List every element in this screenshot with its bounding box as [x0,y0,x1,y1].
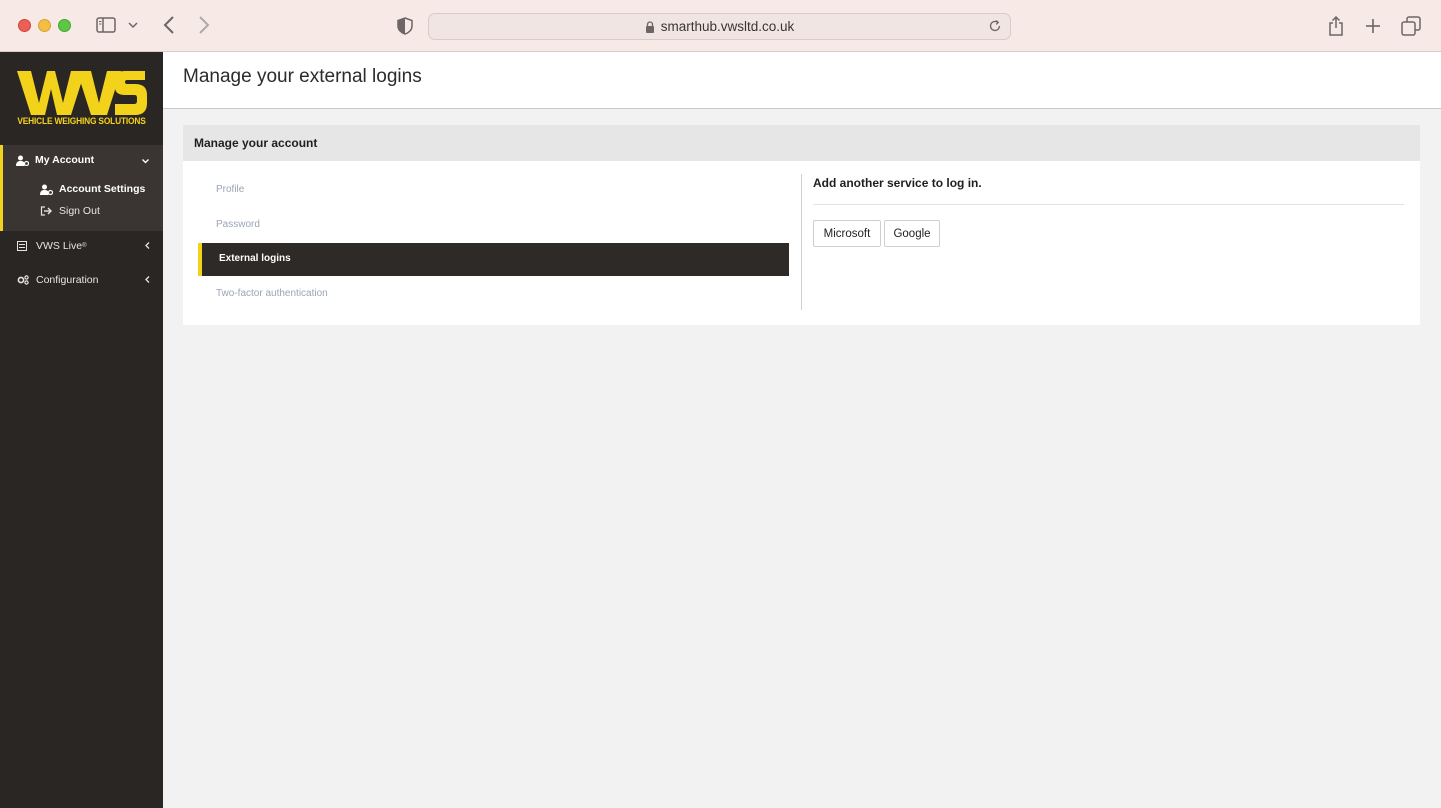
nav-link-password[interactable]: Password [216,219,260,230]
browser-titlebar: smarthub.vwsltd.co.uk [0,0,1441,52]
chevron-down-icon[interactable] [126,18,140,32]
sidebar-item-configuration[interactable]: Configuration [17,274,157,286]
nav-link-two-factor[interactable]: Two-factor authentication [216,288,328,299]
logo-subtitle: VEHICLE WEIGHING SOLUTIONS [17,116,146,127]
chevron-left-icon [145,275,150,285]
chevron-left-icon [145,241,150,251]
sidebar-item-my-account[interactable]: My Account [16,154,156,166]
url-text: smarthub.vwsltd.co.uk [660,19,795,34]
sign-out-icon [40,205,53,217]
sidebar-item-label: Configuration [36,274,99,286]
share-icon[interactable] [1325,14,1347,38]
panel-header: Manage your account [183,125,1420,161]
user-cog-icon [16,155,29,166]
list-icon [17,240,30,252]
nav-link-label: External logins [219,253,291,264]
sidebar-item-account-settings[interactable]: Account Settings [40,183,145,195]
chevron-down-icon [142,156,149,166]
tab-overview-icon[interactable] [1399,14,1423,38]
google-login-button[interactable]: Google [884,220,940,247]
external-logins-heading: Add another service to log in. [813,176,982,190]
privacy-shield-icon[interactable] [394,14,416,38]
page-header: Manage your external logins [163,52,1441,109]
close-window-button[interactable] [18,19,31,32]
sidebar-item-label: VWS Live [36,240,83,252]
address-bar[interactable]: smarthub.vwsltd.co.uk [428,13,1011,40]
panel-title: Manage your account [194,136,318,150]
manage-account-panel: Manage your account Profile Password Ext… [183,125,1420,325]
maximize-window-button[interactable] [58,19,71,32]
gears-icon [17,274,30,286]
microsoft-login-button[interactable]: Microsoft [813,220,881,247]
page-title: Manage your external logins [183,66,422,87]
back-arrow-icon[interactable] [158,14,180,36]
sidebar-item-label: My Account [35,154,95,166]
nav-link-profile[interactable]: Profile [216,184,244,195]
sidebar-toggle-icon[interactable] [95,15,117,35]
sidebar-item-label: Account Settings [59,183,146,195]
app-sidebar: VEHICLE WEIGHING SOLUTIONS My Account Ac… [0,52,163,808]
new-tab-icon[interactable] [1362,14,1384,38]
reload-icon[interactable] [988,19,1004,35]
sidebar-item-label: Sign Out [59,205,100,217]
sidebar-item-sign-out[interactable]: Sign Out [40,205,100,217]
registered-mark: ® [82,243,87,249]
forward-arrow-icon[interactable] [193,14,215,36]
minimize-window-button[interactable] [38,19,51,32]
user-cog-icon [40,184,53,195]
lock-icon [645,20,655,33]
main-content: Manage your external logins Manage your … [163,52,1441,808]
vertical-divider [801,174,802,310]
sidebar-item-vws-live[interactable]: VWS Live ® [17,240,157,252]
nav-link-external-logins[interactable]: External logins [198,243,789,276]
horizontal-divider [813,204,1404,205]
